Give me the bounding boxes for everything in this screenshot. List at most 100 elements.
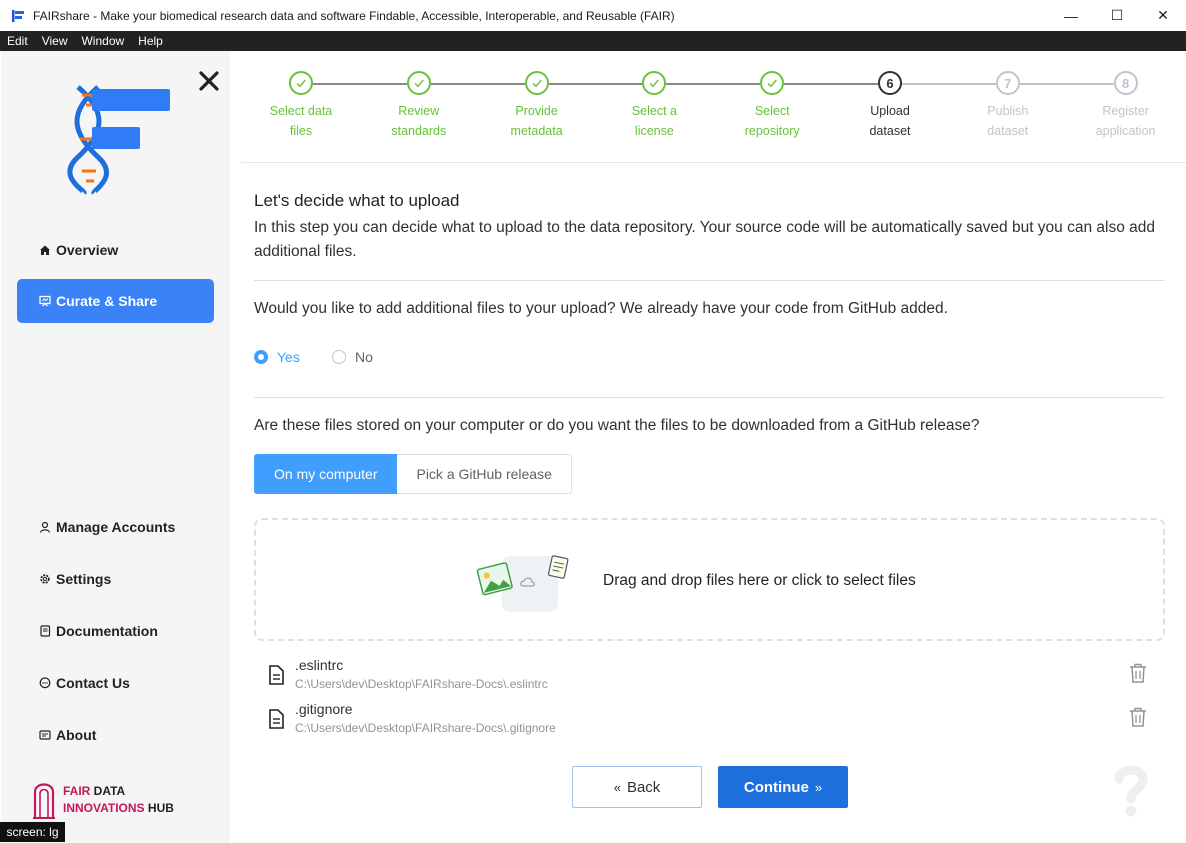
step-connector [784,83,878,85]
step-5: Select repository [717,71,827,141]
step-label-line: Provide [515,104,558,118]
step-label-line: Select data [269,104,333,118]
main-content: Select data files Review standards Provide me… [241,51,1186,843]
check-icon [289,71,313,95]
step-connector [430,83,525,85]
brand-hub: HUB [144,801,174,815]
question-additional-files: Would you like to add additional files t… [254,300,948,317]
close-window-button[interactable]: ✕ [1140,0,1186,31]
step-label-line: dataset [869,124,911,138]
fairshare-logo [66,81,176,196]
step-label-line: Select [754,104,790,118]
divider [254,280,1165,281]
menu-bar: Edit View Window Help [0,31,1186,51]
step-8: 8 Register application [1071,71,1181,141]
step-label: Upload dataset [835,101,945,141]
gear-icon [38,573,51,586]
step-label-line: Register [1102,104,1149,118]
sidebar-item-overview[interactable]: Overview [17,228,214,272]
step-label-line: Publish [987,104,1029,118]
step-label: Publish dataset [953,101,1063,141]
file-path: C:\Users\dev\Desktop\FAIRshare-Docs\.git… [295,721,556,735]
curate-icon [38,295,51,308]
step-label-line: repository [744,124,800,138]
check-icon [642,71,667,95]
radio-yes-indicator[interactable] [254,350,268,364]
radio-no[interactable]: No [332,349,373,365]
radio-no-label: No [355,349,373,365]
brand-fair: FAIR [63,784,91,798]
double-chevron-left-icon: « [613,779,621,795]
info-icon [38,729,51,742]
step-connector [548,83,643,85]
step-label: Provide metadata [482,101,592,141]
continue-button-label: Continue [743,778,809,796]
check-icon [524,71,549,95]
sidebar-item-label: Manage Accounts [56,519,176,535]
book-icon [38,625,51,638]
check-icon [760,71,785,95]
step-label-line: license [634,124,674,138]
step-label-line: Select a [631,104,677,118]
radio-yes-label: Yes [277,349,300,365]
close-icon[interactable] [197,69,221,93]
app-logo-icon [10,8,26,24]
sidebar-item-contact-us[interactable]: Contact Us [17,661,214,705]
step-number: 7 [995,71,1020,95]
file-path: C:\Users\dev\Desktop\FAIRshare-Docs\.esl… [295,677,548,691]
window-title: FAIRshare - Make your biomedical researc… [33,8,675,23]
check-icon [406,71,431,95]
sidebar-item-settings[interactable]: Settings [17,557,214,601]
step-label-line: application [1095,124,1156,138]
step-label: Select repository [717,101,827,141]
menu-edit[interactable]: Edit [0,34,35,48]
sidebar-item-label: Overview [56,242,119,258]
step-connector [666,83,761,85]
pick-github-release-button[interactable]: Pick a GitHub release [397,454,572,494]
radio-yes[interactable]: Yes [254,349,300,365]
sidebar-item-label: About [56,727,97,743]
sidebar-item-manage-accounts[interactable]: Manage Accounts [17,505,214,549]
file-dropzone[interactable]: Drag and drop files here or click to sel… [254,518,1165,641]
step-2: Review standards [364,71,474,141]
brand-data: DATA [90,784,126,798]
page-title: Let's decide what to upload [254,191,460,210]
sidebar-item-about[interactable]: About [17,713,214,757]
step-7: 7 Publish dataset [953,71,1063,141]
step-label-line: Review [398,104,440,118]
double-chevron-right-icon: » [814,779,823,795]
sidebar-item-label: Documentation [56,623,158,639]
step-label: Select data files [246,101,356,141]
menu-help[interactable]: Help [131,34,170,48]
fdih-icon [33,783,55,819]
step-4: Select a license [599,71,709,141]
trash-icon[interactable] [1129,707,1147,727]
sidebar: Overview Curate & Share Manage Accounts … [1,51,230,843]
step-6: 6 Upload dataset [835,71,945,141]
on-my-computer-button[interactable]: On my computer [254,454,398,494]
step-label-line: standards [391,124,447,138]
sidebar-item-label: Settings [56,571,112,587]
back-button[interactable]: « Back [572,766,702,808]
list-item: .gitignore C:\Users\dev\Desktop\FAIRshar… [267,701,1147,739]
radio-no-indicator[interactable] [332,350,346,364]
file-icon [267,709,285,729]
step-label: Select a license [599,101,709,141]
help-icon[interactable] [1111,763,1151,819]
minimize-button[interactable]: — [1048,0,1094,31]
step-description: In this step you can decide what to uplo… [254,219,1155,260]
sidebar-item-documentation[interactable]: Documentation [17,609,214,653]
step-number: 8 [1113,71,1138,95]
menu-window[interactable]: Window [74,34,131,48]
step-label-line: dataset [987,124,1029,138]
continue-button[interactable]: Continue » [718,766,848,808]
trash-icon[interactable] [1129,663,1147,683]
step-number: 6 [878,71,902,95]
list-item: .eslintrc C:\Users\dev\Desktop\FAIRshare… [267,657,1147,695]
sidebar-item-label: Contact Us [56,675,130,691]
maximize-button[interactable]: ☐ [1094,0,1140,31]
back-button-label: Back [626,778,661,796]
user-icon [38,521,51,534]
menu-view[interactable]: View [35,34,75,48]
sidebar-item-curate-share[interactable]: Curate & Share [17,279,214,323]
